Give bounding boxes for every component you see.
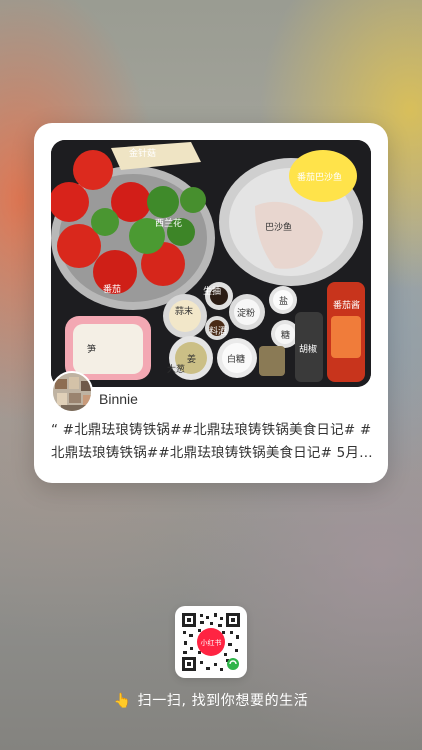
post-description: “ #北鼎珐琅铸铁锅##北鼎珐琅铸铁锅美食日记# #北鼎珐琅铸铁锅##北鼎珐琅铸… <box>51 422 373 461</box>
label-pepper: 胡椒 <box>299 343 317 355</box>
qr-code[interactable]: 小红书 <box>175 606 247 678</box>
label-garlic: 蒜末 <box>175 305 193 317</box>
label-cooking-wine: 料酒 <box>209 325 227 337</box>
label-bubble-text: 番茄巴沙鱼 <box>297 171 342 183</box>
label-sugar-small: 糖 <box>281 329 290 341</box>
miniprogram-icon <box>227 658 239 670</box>
label-ginger: 姜 <box>187 353 196 365</box>
author-name[interactable]: Binnie <box>99 391 138 407</box>
label-enoki: 金针菇 <box>129 147 156 159</box>
post-photo[interactable]: 金针菇 西兰花 番茄 巴沙鱼 生抽 盐 淀粉 蒜末 料酒 糖 笋 姜 大葱 白糖… <box>51 140 371 387</box>
label-tomato: 番茄 <box>103 283 121 295</box>
avatar-image <box>53 373 91 411</box>
label-bamboo: 笋 <box>87 343 96 355</box>
footer-hint: 👆 扫一扫, 找到你想要的生活 <box>0 690 422 710</box>
avatar[interactable] <box>51 371 93 413</box>
qr-code-image: 小红书 <box>180 611 242 673</box>
label-tomato-sauce: 番茄酱 <box>333 299 360 311</box>
label-salt: 盐 <box>279 295 288 307</box>
label-fish: 巴沙鱼 <box>265 221 292 233</box>
pointing-hand-icon: 👆 <box>113 693 132 709</box>
label-broccoli: 西兰花 <box>155 217 182 229</box>
ingredients-photo: 金针菇 西兰花 番茄 巴沙鱼 生抽 盐 淀粉 蒜末 料酒 糖 笋 姜 大葱 白糖… <box>51 140 371 387</box>
qr-logo-text: 小红书 <box>201 638 222 647</box>
broccoli <box>147 186 179 218</box>
label-starch: 淀粉 <box>237 307 255 319</box>
label-white-sugar: 白糖 <box>227 353 245 365</box>
author-row[interactable]: Binnie <box>51 370 371 414</box>
post-card[interactable]: 金针菇 西兰花 番茄 巴沙鱼 生抽 盐 淀粉 蒜末 料酒 糖 笋 姜 大葱 白糖… <box>34 123 388 483</box>
label-light-soy: 生抽 <box>203 285 221 297</box>
footer-text: 扫一扫, 找到你想要的生活 <box>137 693 309 709</box>
